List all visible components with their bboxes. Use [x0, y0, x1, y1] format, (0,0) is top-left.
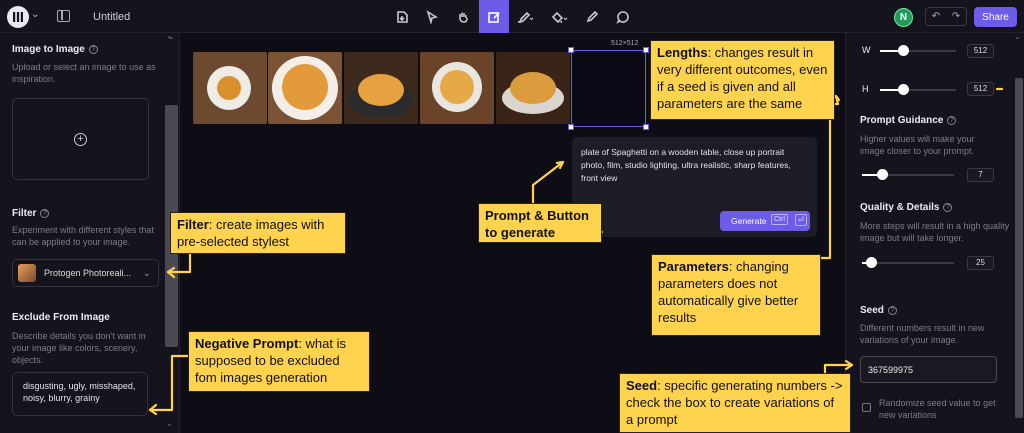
- height-slider-knob[interactable]: [898, 84, 909, 95]
- edit-image-icon[interactable]: [479, 0, 509, 33]
- filter-select[interactable]: Protogen Photoreali... ⌄: [12, 259, 159, 287]
- quality-slider-knob[interactable]: [866, 257, 877, 268]
- right-scroll-up-icon[interactable]: ⌃: [1014, 36, 1021, 45]
- generated-image-2[interactable]: [268, 52, 342, 124]
- user-avatar[interactable]: N: [894, 8, 913, 27]
- annotation-parameters: Parameters: changing parameters does not…: [651, 254, 821, 336]
- image-to-image-desc: Upload or select an image to use as insp…: [12, 62, 156, 84]
- redo-icon[interactable]: ↷: [946, 8, 966, 25]
- seed-desc: Different numbers result in new variatio…: [860, 323, 985, 345]
- annotation-negative-prompt: Negative Prompt: what is supposed to be …: [188, 331, 370, 392]
- generated-image-3[interactable]: [344, 52, 418, 124]
- comment-icon[interactable]: [608, 0, 638, 33]
- exclude-heading: Exclude From Image: [12, 312, 110, 323]
- generation-frame[interactable]: [571, 50, 646, 127]
- pen-icon[interactable]: [577, 0, 607, 33]
- right-panel-scrollbar[interactable]: [1015, 78, 1023, 418]
- undo-icon[interactable]: ↶: [926, 8, 946, 25]
- width-value[interactable]: 512: [967, 44, 994, 58]
- guidance-slider-knob[interactable]: [877, 169, 888, 180]
- annotation-filter: Filter: create images with pre-selected …: [170, 212, 346, 254]
- scroll-down-icon[interactable]: ⌄: [166, 419, 173, 428]
- generate-label: Generate: [731, 216, 767, 226]
- shortcut-ctrl: Ctrl: [771, 214, 788, 225]
- filter-desc: Experiment with different styles that ca…: [12, 225, 154, 247]
- canvas-left-scroll-icon[interactable]: ⌃: [168, 36, 175, 45]
- toggle-sidebar-icon[interactable]: [57, 10, 70, 22]
- generate-button[interactable]: Generate Ctrl ⏎: [720, 211, 810, 231]
- resize-handle[interactable]: [643, 47, 649, 53]
- add-image-icon[interactable]: +: [74, 132, 87, 146]
- generated-image-1[interactable]: [193, 52, 267, 124]
- width-label: W: [862, 45, 871, 55]
- help-icon[interactable]: ?: [887, 305, 897, 315]
- annotation-prompt: Prompt & Button to generate: [478, 203, 602, 243]
- shortcut-enter: ⏎: [795, 214, 807, 226]
- top-toolbar: ⌄ Untitled N ↶ ↷ Share: [0, 0, 1024, 33]
- seed-heading: Seed?: [860, 305, 897, 316]
- resize-handle[interactable]: [643, 124, 649, 130]
- resize-handle[interactable]: [568, 124, 574, 130]
- help-icon[interactable]: ?: [943, 202, 953, 212]
- undo-redo-group: ↶ ↷: [925, 7, 967, 26]
- guidance-value[interactable]: 7: [967, 168, 994, 182]
- seed-input[interactable]: 367599975: [860, 356, 997, 383]
- app-logo-icon[interactable]: [7, 6, 29, 28]
- share-button[interactable]: Share: [974, 7, 1017, 27]
- width-slider-knob[interactable]: [898, 45, 909, 56]
- resize-handle[interactable]: [568, 47, 574, 53]
- image-to-image-heading: Image to Image?: [12, 44, 98, 55]
- help-icon[interactable]: ?: [947, 115, 957, 125]
- annotation-lengths: Lengths: changes result in very differen…: [650, 40, 835, 120]
- height-label: H: [862, 84, 869, 94]
- randomize-seed-label: Randomize seed value to get new variatio…: [879, 398, 996, 420]
- frame-dimensions-label: 512×512: [611, 40, 639, 47]
- fill-icon[interactable]: [545, 0, 573, 33]
- quality-value[interactable]: 25: [967, 256, 994, 270]
- quality-heading: Quality & Details?: [860, 202, 953, 213]
- generated-image-5[interactable]: [496, 52, 570, 124]
- image-upload-dropzone[interactable]: +: [12, 98, 149, 180]
- document-title[interactable]: Untitled: [93, 11, 130, 23]
- randomize-seed-checkbox[interactable]: [862, 403, 871, 412]
- brush-icon[interactable]: [511, 0, 539, 33]
- import-icon[interactable]: [387, 0, 417, 33]
- filter-thumbnail: [18, 264, 36, 282]
- exclude-desc: Describe details you don't want in your …: [12, 331, 146, 365]
- prompt-guidance-desc: Higher values will make your image close…: [860, 134, 975, 156]
- chevron-down-icon: ⌄: [143, 268, 151, 278]
- filter-heading: Filter?: [12, 208, 50, 219]
- select-icon[interactable]: [417, 0, 447, 33]
- prompt-input[interactable]: plate of Spaghetti on a wooden table, cl…: [581, 146, 809, 185]
- negative-prompt-input[interactable]: disgusting, ugly, misshaped, noisy, blur…: [12, 372, 148, 416]
- generated-image-4[interactable]: [420, 52, 494, 124]
- quality-desc: More steps will result in a high quality…: [860, 221, 1010, 243]
- annotation-seed: Seed: specific generating numbers -> che…: [619, 373, 851, 433]
- help-icon[interactable]: ?: [88, 44, 98, 54]
- help-icon[interactable]: ?: [40, 208, 50, 218]
- height-value[interactable]: 512: [967, 82, 994, 96]
- chevron-down-icon[interactable]: ⌄: [31, 9, 39, 20]
- hand-icon[interactable]: [448, 0, 478, 33]
- prompt-panel: plate of Spaghetti on a wooden table, cl…: [572, 137, 817, 237]
- filter-selected-label: Protogen Photoreali...: [44, 268, 132, 278]
- prompt-guidance-heading: Prompt Guidance?: [860, 115, 957, 126]
